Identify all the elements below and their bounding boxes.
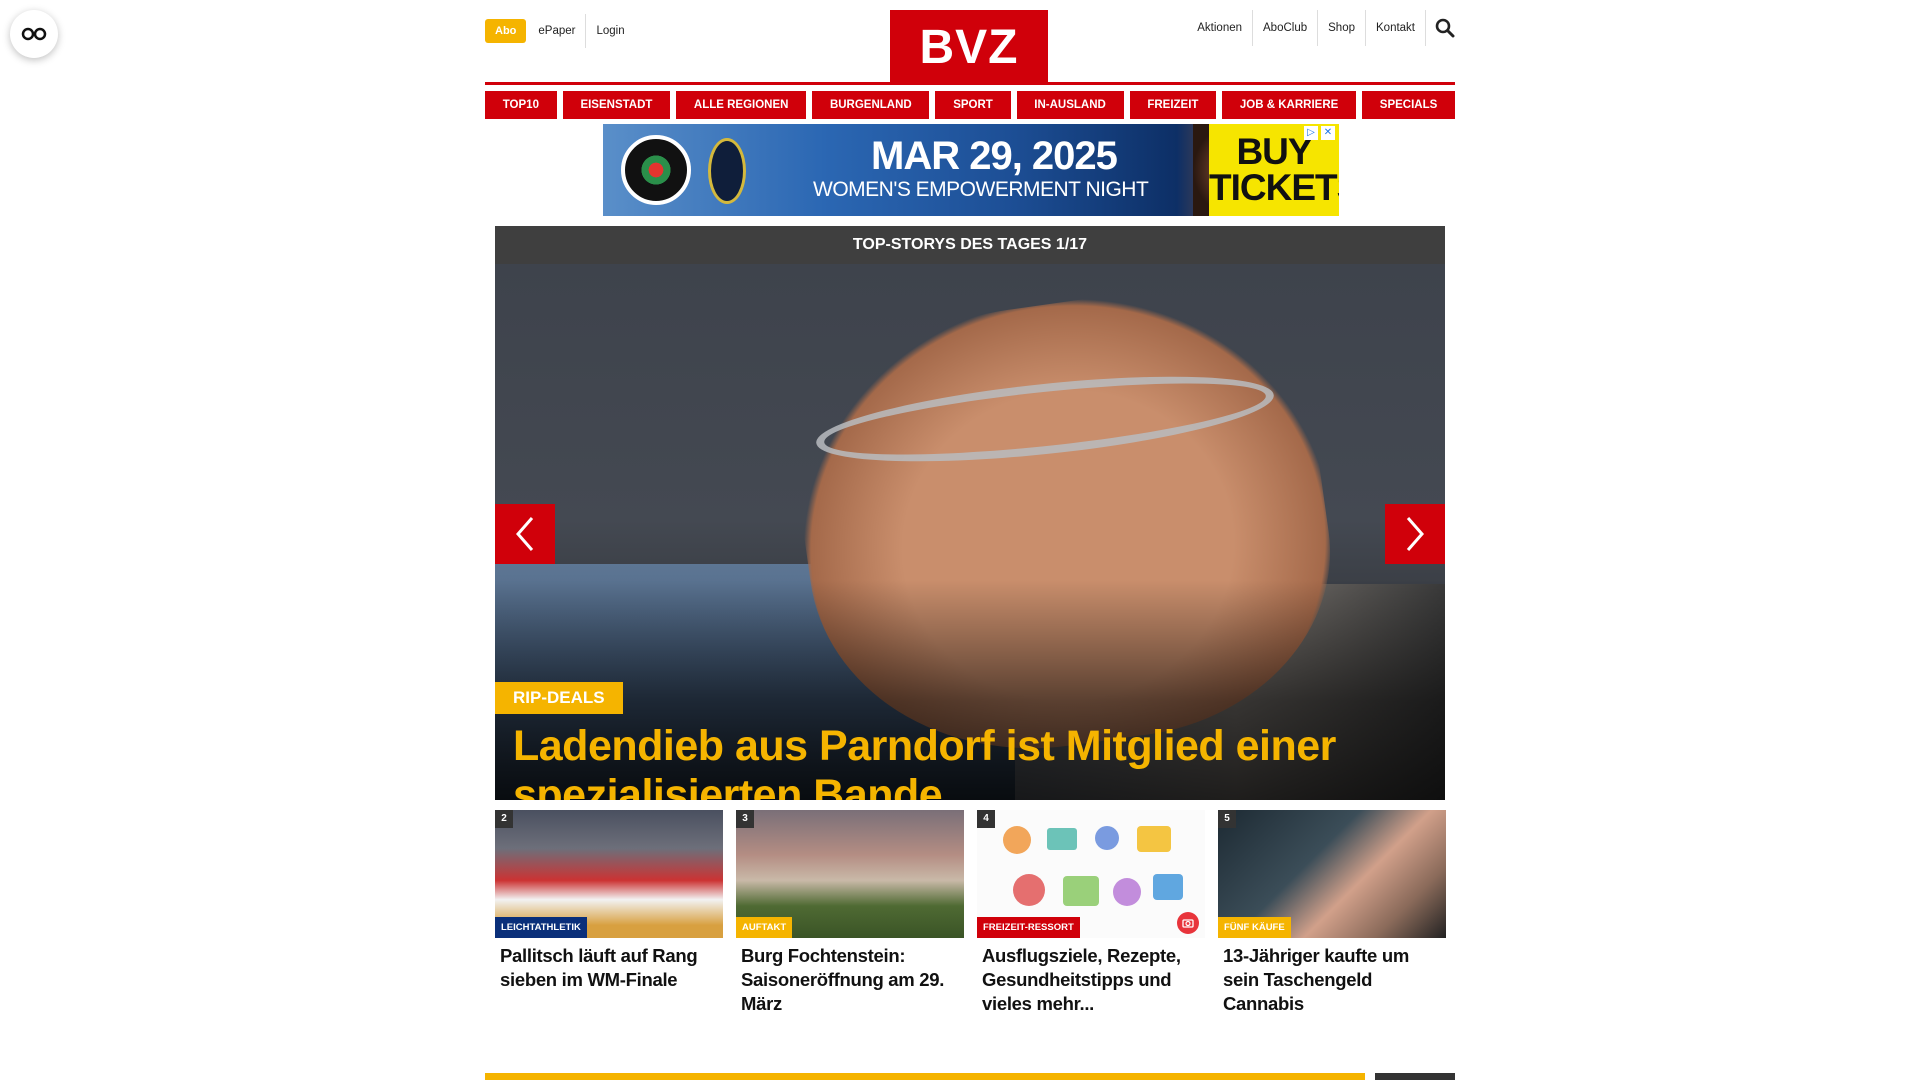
slider-prev-button[interactable]: [495, 504, 555, 564]
teaser-title[interactable]: 13-Jähriger kaufte um sein Taschengeld C…: [1218, 938, 1446, 1016]
shop-link[interactable]: Shop: [1317, 10, 1365, 46]
header-divider: [485, 82, 1455, 85]
nav-item-freizeit[interactable]: FREIZEIT: [1129, 91, 1217, 119]
adchoices-icon[interactable]: ▷: [1304, 126, 1318, 140]
ad-date: MAR 29, 2025: [871, 134, 1118, 178]
teaser-category: LEICHTATHLETIK: [495, 917, 587, 938]
teaser-number: 2: [495, 810, 513, 828]
teaser-card[interactable]: 4 FREIZEIT-RESSORT Ausflugsziele, Rezept…: [977, 810, 1205, 1016]
team-logo-lightning: [708, 138, 746, 204]
hero-headline[interactable]: Ladendieb aus Parndorf ist Mitglied eine…: [513, 722, 1433, 800]
teaser-title[interactable]: Ausflugsziele, Rezepte, Gesundheitstipps…: [977, 938, 1205, 1016]
ad-banner[interactable]: MAR 29, 2025 WOMEN'S EMPOWERMENT NIGHT B…: [603, 124, 1339, 216]
abo-button[interactable]: Abo: [485, 19, 527, 43]
hero-image[interactable]: RIP-DEALS Ladendieb aus Parndorf ist Mit…: [495, 264, 1445, 800]
aboclub-link[interactable]: AboClub: [1252, 10, 1317, 46]
nav-item-job-karriere[interactable]: JOB & KARRIERE: [1222, 91, 1357, 119]
header-left-links: Abo ePaper Login: [485, 14, 635, 48]
camera-icon: [1177, 912, 1199, 934]
nav-item-in-ausland[interactable]: IN-AUSLAND: [1016, 91, 1124, 119]
aktionen-link[interactable]: Aktionen: [1187, 10, 1252, 46]
page-container: Abo ePaper Login BVZ Aktionen AboClub Sh…: [485, 0, 1456, 1080]
ad-subtitle: WOMEN'S EMPOWERMENT NIGHT: [813, 178, 1149, 201]
close-icon[interactable]: ✕: [1321, 126, 1335, 140]
epaper-link[interactable]: ePaper: [528, 14, 585, 48]
nav-item-sport[interactable]: SPORT: [935, 91, 1011, 119]
teaser-category: FÜNF KÄUFE: [1218, 917, 1291, 938]
site-logo[interactable]: BVZ: [890, 10, 1048, 84]
teaser-category: AUFTAKT: [736, 917, 793, 938]
teaser-category: FREIZEIT-RESSORT: [977, 917, 1080, 938]
teaser-card[interactable]: 5 FÜNF KÄUFE 13-Jähriger kaufte um sein …: [1218, 810, 1446, 1016]
nav-item-top10[interactable]: TOP10: [485, 91, 557, 119]
glasses-icon: [21, 27, 47, 41]
teaser-cards: 2 LEICHTATHLETIK Pallitsch läuft auf Ran…: [495, 810, 1446, 1016]
teaser-image[interactable]: 5 FÜNF KÄUFE: [1218, 810, 1446, 938]
chevron-left-icon: [516, 517, 534, 551]
nav-item-eisenstadt[interactable]: EISENSTADT: [562, 91, 671, 119]
teaser-image[interactable]: 3 AUFTAKT: [736, 810, 964, 938]
nav-item-specials[interactable]: SPECIALS: [1362, 91, 1456, 119]
hero-kicker[interactable]: RIP-DEALS: [495, 682, 623, 714]
teaser-number: 3: [736, 810, 754, 828]
teaser-number: 4: [977, 810, 995, 828]
ad-controls: ▷ ✕: [1304, 126, 1335, 140]
team-logo-oakland-roots: [621, 135, 691, 205]
teaser-title[interactable]: Pallitsch läuft auf Rang sieben im WM-Fi…: [495, 938, 723, 992]
kontakt-link[interactable]: Kontakt: [1365, 10, 1425, 46]
main-navigation: TOP10 EISENSTADT ALLE REGIONEN BURGENLAN…: [485, 91, 1456, 119]
teaser-image[interactable]: 2 LEICHTATHLETIK: [495, 810, 723, 938]
search-icon[interactable]: [1425, 10, 1455, 46]
teaser-card[interactable]: 2 LEICHTATHLETIK Pallitsch läuft auf Ran…: [495, 810, 723, 1016]
teaser-image[interactable]: 4 FREIZEIT-RESSORT: [977, 810, 1205, 938]
chevron-right-icon: [1406, 517, 1424, 551]
nav-item-burgenland[interactable]: BURGENLAND: [812, 91, 930, 119]
teaser-title[interactable]: Burg Fochtenstein: Saisoneröffnung am 29…: [736, 938, 964, 1016]
slider-header: TOP-STORYS DES TAGES 1/17: [495, 226, 1445, 264]
section-divider: [485, 1073, 1455, 1080]
login-link[interactable]: Login: [585, 14, 634, 48]
teaser-card[interactable]: 3 AUFTAKT Burg Fochtenstein: Saisoneröff…: [736, 810, 964, 1016]
site-header: Abo ePaper Login BVZ Aktionen AboClub Sh…: [485, 0, 1455, 84]
nav-item-alle-regionen[interactable]: ALLE REGIONEN: [676, 91, 807, 119]
teaser-number: 5: [1218, 810, 1236, 828]
slider-next-button[interactable]: [1385, 504, 1445, 564]
header-right-links: Aktionen AboClub Shop Kontakt: [1187, 10, 1455, 46]
reader-mode-button[interactable]: [10, 10, 58, 58]
top-stories-slider: TOP-STORYS DES TAGES 1/17 RIP-DEALS Lade…: [495, 226, 1445, 800]
ad-cta-line2: TICKETS: [1209, 167, 1339, 208]
